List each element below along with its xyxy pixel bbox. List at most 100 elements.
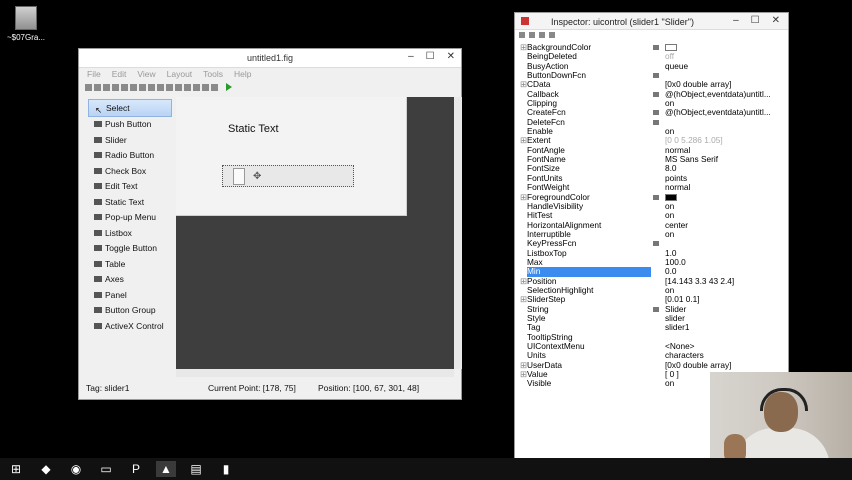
palette-radio-button[interactable]: Radio Button bbox=[88, 148, 172, 164]
menu-view[interactable]: View bbox=[137, 69, 155, 79]
color-swatch[interactable] bbox=[665, 44, 677, 52]
palette-check-box[interactable]: Check Box bbox=[88, 163, 172, 179]
expand-icon[interactable]: ⊞ bbox=[520, 276, 527, 286]
maximize-icon[interactable]: ☐ bbox=[426, 51, 435, 62]
minimize-icon[interactable]: – bbox=[408, 51, 414, 62]
redo-icon[interactable] bbox=[148, 83, 155, 91]
editor-icon[interactable] bbox=[193, 83, 200, 91]
toolbar-editor-icon[interactable] bbox=[184, 83, 191, 91]
property-row[interactable]: Interruptible on bbox=[515, 229, 788, 239]
categorized-icon[interactable] bbox=[519, 32, 525, 38]
property-editor-icon[interactable] bbox=[653, 45, 659, 50]
expand-icon[interactable]: ⊞ bbox=[520, 369, 527, 379]
property-row[interactable]: ⊞ UserData [0x0 double array] bbox=[515, 360, 788, 370]
vertical-scrollbar[interactable] bbox=[454, 97, 462, 369]
object-browser-icon[interactable] bbox=[211, 83, 218, 91]
property-editor-icon[interactable] bbox=[653, 306, 659, 312]
minimize-icon[interactable]: – bbox=[733, 15, 739, 26]
maximize-icon[interactable]: ☐ bbox=[751, 15, 760, 26]
expand-icon[interactable]: ⊞ bbox=[520, 136, 527, 146]
palette-pop-up-menu[interactable]: Pop-up Menu bbox=[88, 210, 172, 226]
guide-titlebar[interactable]: untitled1.fig – ☐ ✕ bbox=[79, 49, 461, 68]
menu-file[interactable]: File bbox=[87, 69, 101, 79]
property-row[interactable]: HitTest on bbox=[515, 211, 788, 221]
inspector-titlebar[interactable]: Inspector: uicontrol (slider1 "Slider") … bbox=[515, 13, 788, 30]
property-row[interactable]: BusyAction queue bbox=[515, 61, 788, 71]
palette-panel[interactable]: Panel bbox=[88, 287, 172, 303]
property-row[interactable]: Min 0.0 bbox=[515, 267, 788, 277]
property-value[interactable]: normal bbox=[665, 182, 690, 192]
property-row[interactable]: KeyPressFcn bbox=[515, 239, 788, 248]
new-icon[interactable] bbox=[85, 83, 92, 91]
property-row[interactable]: Enable on bbox=[515, 126, 788, 136]
property-value[interactable]: slider1 bbox=[665, 323, 689, 332]
palette-slider[interactable]: Slider bbox=[88, 132, 172, 148]
property-value[interactable]: @(hObject,eventdata)untitl... bbox=[665, 89, 771, 99]
slider-thumb[interactable] bbox=[233, 168, 245, 185]
undo-icon[interactable] bbox=[139, 83, 146, 91]
windows-start-icon[interactable]: ⊞ bbox=[6, 461, 26, 477]
chrome-icon[interactable]: ◉ bbox=[66, 461, 86, 477]
copy-icon[interactable] bbox=[121, 83, 128, 91]
property-row[interactable]: Style slider bbox=[515, 313, 788, 323]
app-icon[interactable]: ▮ bbox=[216, 461, 236, 477]
run-figure-icon[interactable] bbox=[226, 83, 232, 91]
static-text-control[interactable]: Static Text bbox=[228, 123, 279, 135]
powerpoint-icon[interactable]: P bbox=[126, 461, 146, 477]
property-row[interactable]: UIContextMenu <None> bbox=[515, 341, 788, 351]
property-value[interactable]: queue bbox=[665, 61, 688, 71]
menu-help[interactable]: Help bbox=[234, 69, 251, 79]
palette-activex-control[interactable]: ActiveX Control bbox=[88, 318, 172, 334]
property-row[interactable]: Callback @(hObject,eventdata)untitl... bbox=[515, 89, 788, 99]
figure-canvas[interactable]: Static Text ✥ bbox=[176, 97, 407, 216]
palette-select[interactable]: ↖ Select bbox=[88, 99, 172, 117]
palette-toggle-button[interactable]: Toggle Button bbox=[88, 241, 172, 257]
menu-editor-icon[interactable] bbox=[166, 83, 173, 91]
expand-icon[interactable]: ⊞ bbox=[520, 80, 527, 90]
property-editor-icon[interactable] bbox=[653, 73, 659, 79]
property-row[interactable]: ⊞ ForegroundColor bbox=[515, 192, 788, 202]
expand-icon[interactable]: ⊞ bbox=[520, 42, 527, 52]
horizontal-scrollbar[interactable] bbox=[176, 369, 454, 377]
property-row[interactable]: FontSize 8.0 bbox=[515, 164, 788, 174]
menu-edit[interactable]: Edit bbox=[112, 69, 127, 79]
property-row[interactable]: Max 100.0 bbox=[515, 257, 788, 267]
property-editor-icon[interactable] bbox=[653, 241, 659, 247]
property-row[interactable]: HandleVisibility on bbox=[515, 201, 788, 211]
paste-icon[interactable] bbox=[130, 83, 137, 91]
expand-icon[interactable] bbox=[539, 32, 545, 38]
property-row[interactable]: Tag slider1 bbox=[515, 323, 788, 333]
property-editor-icon[interactable] bbox=[653, 91, 659, 97]
property-row[interactable]: CreateFcn @(hObject,eventdata)untitl... bbox=[515, 108, 788, 118]
palette-static-text[interactable]: Static Text bbox=[88, 194, 172, 210]
property-row[interactable]: FontName MS Sans Serif bbox=[515, 154, 788, 164]
property-editor-icon[interactable] bbox=[653, 119, 659, 125]
palette-button-group[interactable]: Button Group bbox=[88, 303, 172, 319]
property-row[interactable]: ⊞ SliderStep [0.01 0.1] bbox=[515, 294, 788, 304]
property-value[interactable]: on bbox=[665, 379, 674, 388]
save-icon[interactable] bbox=[103, 83, 110, 91]
slider-control[interactable]: ✥ bbox=[222, 165, 354, 187]
menu-tools[interactable]: Tools bbox=[203, 69, 223, 79]
property-row[interactable]: DeleteFcn bbox=[515, 118, 788, 127]
open-icon[interactable] bbox=[94, 83, 101, 91]
color-swatch[interactable] bbox=[665, 193, 677, 201]
property-row[interactable]: FontWeight normal bbox=[515, 182, 788, 192]
property-row[interactable]: SelectionHighlight on bbox=[515, 285, 788, 295]
property-row[interactable]: ⊞ Position [14.143 3.3 43 2.4] bbox=[515, 276, 788, 286]
sort-alpha-icon[interactable] bbox=[529, 32, 535, 38]
desktop-file-icon[interactable]: ~$07Gra... bbox=[6, 6, 46, 42]
close-icon[interactable]: ✕ bbox=[772, 15, 780, 26]
cut-icon[interactable] bbox=[112, 83, 119, 91]
tab-order-icon[interactable] bbox=[175, 83, 182, 91]
palette-edit-text[interactable]: Edit Text bbox=[88, 179, 172, 195]
matlab-icon[interactable]: ▲ bbox=[156, 461, 176, 477]
property-value[interactable]: @(hObject,eventdata)untitl... bbox=[665, 108, 771, 117]
property-row[interactable]: ListboxTop 1.0 bbox=[515, 248, 788, 258]
property-row[interactable]: ⊞ BackgroundColor bbox=[515, 42, 788, 52]
collapse-icon[interactable] bbox=[549, 32, 555, 38]
expand-icon[interactable]: ⊞ bbox=[520, 192, 527, 202]
property-row[interactable]: ButtonDownFcn bbox=[515, 71, 788, 80]
property-editor-icon[interactable] bbox=[653, 110, 659, 116]
inspector-icon[interactable] bbox=[202, 83, 209, 91]
